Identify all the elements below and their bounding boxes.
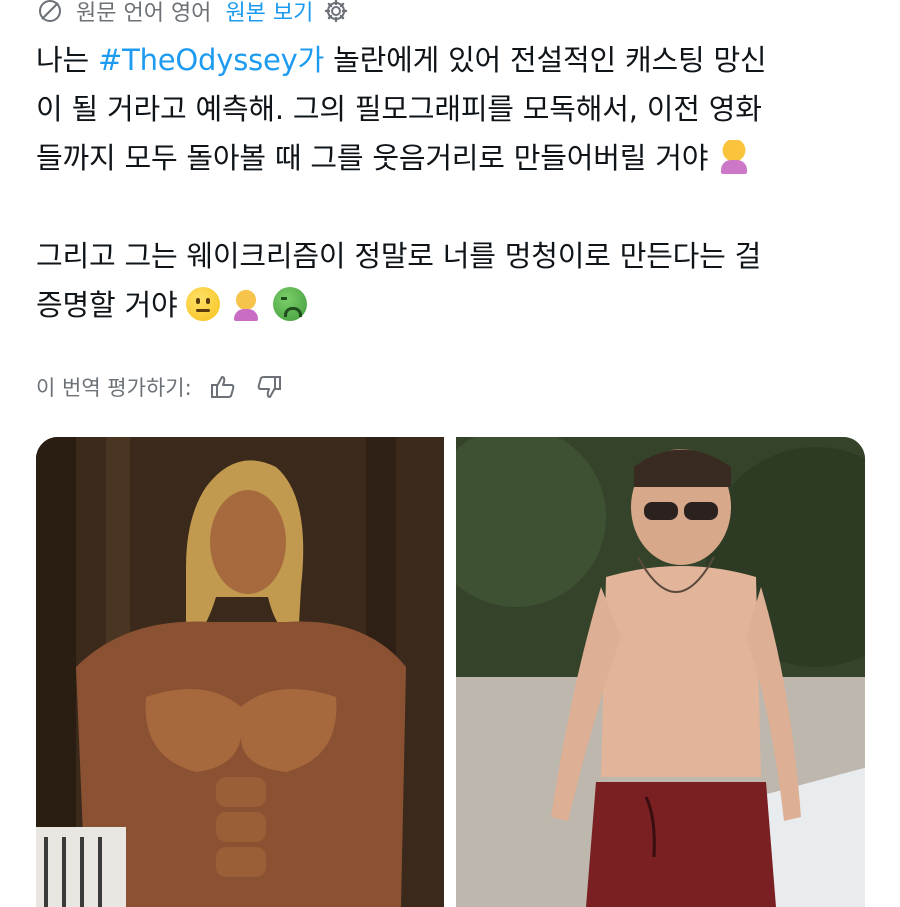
globe-icon — [36, 0, 64, 25]
view-original-link[interactable]: 원본 보기 — [225, 0, 313, 27]
tweet-text-segment: 들까지 모두 돌아볼 때 그를 웃음거리로 만들어버릴 거야 — [36, 141, 709, 175]
shirtless-man-sunglasses-photo — [455, 437, 865, 907]
woman-facepalming-emoji-icon — [229, 287, 264, 321]
tweet-line: 들까지 모두 돌아볼 때 그를 웃음거리로 만들어버릴 거야 — [36, 134, 866, 183]
hashtag-link[interactable]: #TheOdyssey가 — [98, 43, 324, 77]
tweet-line: 나는 #TheOdyssey가 놀란에게 있어 전설적인 캐스팅 망신 — [36, 36, 866, 85]
photo-left[interactable] — [36, 437, 445, 907]
photo-right[interactable] — [455, 437, 865, 907]
translation-bar: 원문 언어 영어 원본 보기 — [36, 0, 349, 28]
thumbs-down-icon[interactable] — [254, 372, 284, 402]
tweet-line: 그리고 그는 웨이크리즘이 정말로 너를 멍청이로 만든다는 걸 — [36, 239, 762, 273]
tweet-body: 나는 #TheOdyssey가 놀란에게 있어 전설적인 캐스팅 망신 이 될 … — [36, 36, 866, 330]
rating-label: 이 번역 평가하기: — [36, 376, 192, 400]
neutral-face-emoji-icon — [186, 287, 221, 321]
nauseated-face-emoji-icon — [272, 287, 307, 321]
tweet-text-segment: 놀란에게 있어 전설적인 캐스팅 망신 — [324, 43, 767, 77]
gear-icon[interactable] — [323, 0, 349, 24]
tweet-media[interactable] — [36, 437, 865, 907]
tweet-text-segment: 증명할 거야 — [36, 288, 178, 322]
source-language-label: 원문 언어 영어 — [76, 1, 212, 26]
tweet-text-segment: 나는 — [36, 43, 98, 77]
woman-shrugging-emoji-icon — [717, 140, 752, 174]
shirtless-muscular-man-photo — [36, 437, 445, 907]
translation-rating: 이 번역 평가하기: — [36, 370, 284, 404]
thumbs-up-icon[interactable] — [208, 372, 238, 402]
tweet-line: 증명할 거야 — [36, 281, 866, 330]
tweet-line: 이 될 거라고 예측해. 그의 필모그래피를 모독해서, 이전 영화 — [36, 92, 762, 126]
